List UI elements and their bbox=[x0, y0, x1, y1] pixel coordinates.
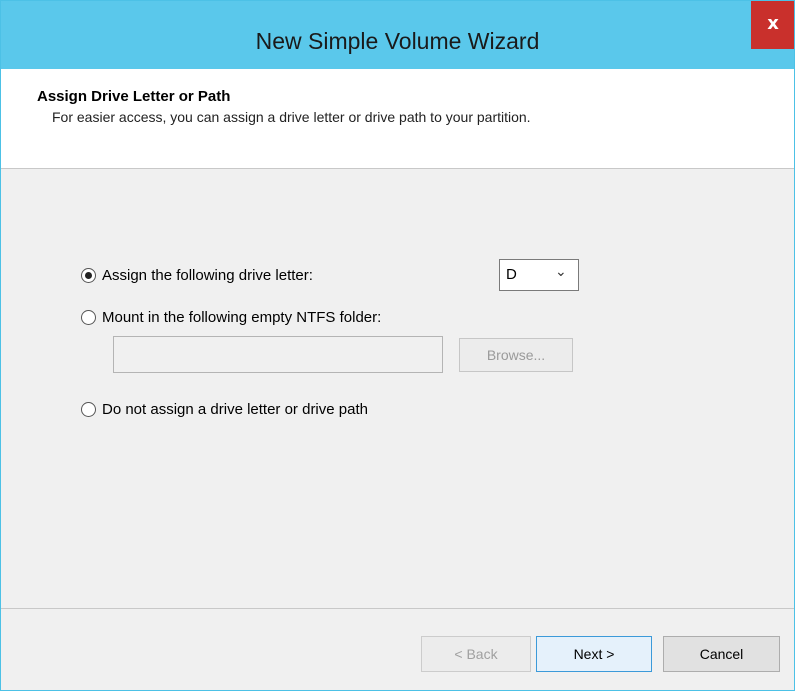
wizard-window: New Simple Volume Wizard x Assign Drive … bbox=[0, 0, 795, 691]
radio-do-not-assign[interactable]: Do not assign a drive letter or drive pa… bbox=[81, 398, 368, 420]
radio-label-mount-ntfs-folder: Mount in the following empty NTFS folder… bbox=[102, 308, 382, 326]
cancel-button[interactable]: Cancel bbox=[663, 636, 780, 672]
radio-button-icon[interactable] bbox=[81, 309, 96, 325]
next-button[interactable]: Next > bbox=[536, 636, 652, 672]
window-title: New Simple Volume Wizard bbox=[255, 28, 540, 54]
radio-label-do-not-assign: Do not assign a drive letter or drive pa… bbox=[102, 400, 368, 418]
wizard-content bbox=[1, 169, 794, 608]
title-bar[interactable]: New Simple Volume Wizard x bbox=[1, 1, 794, 69]
wizard-header: Assign Drive Letter or Path For easier a… bbox=[1, 69, 794, 169]
browse-button[interactable]: Browse... bbox=[459, 338, 573, 372]
folder-path-input[interactable] bbox=[113, 336, 443, 373]
radio-button-icon[interactable] bbox=[81, 401, 96, 417]
page-title: Assign Drive Letter or Path bbox=[37, 88, 231, 105]
close-button[interactable]: x bbox=[751, 1, 794, 49]
drive-letter-value: D bbox=[506, 266, 517, 283]
radio-label-assign-drive-letter: Assign the following drive letter: bbox=[102, 266, 313, 284]
radio-assign-drive-letter[interactable]: Assign the following drive letter: bbox=[81, 264, 313, 286]
chevron-down-icon: ⌄ bbox=[555, 264, 567, 280]
back-button[interactable]: < Back bbox=[421, 636, 531, 672]
radio-mount-ntfs-folder[interactable]: Mount in the following empty NTFS folder… bbox=[81, 306, 381, 328]
drive-letter-dropdown[interactable]: D ⌄ bbox=[499, 259, 579, 291]
radio-button-checked-icon[interactable] bbox=[81, 267, 96, 283]
page-subtitle: For easier access, you can assign a driv… bbox=[52, 109, 531, 125]
